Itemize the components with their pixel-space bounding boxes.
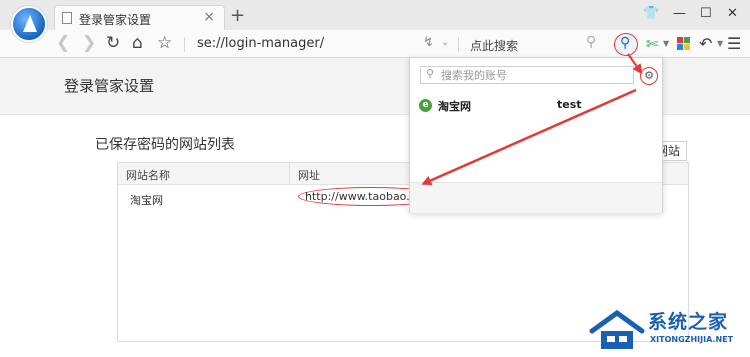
divider [184, 37, 185, 52]
settings-gear-button[interactable]: ⚙ [640, 67, 658, 85]
minimize-icon[interactable]: — [673, 6, 686, 21]
gear-icon: ⚙ [644, 69, 654, 82]
skin-icon[interactable]: 👕 [643, 6, 659, 21]
account-list-item[interactable]: e 淘宝网 test [410, 94, 662, 118]
browser-logo[interactable] [11, 6, 47, 42]
menu-icon[interactable]: ☰ [727, 34, 741, 53]
watermark-text: 系统之家 [648, 311, 729, 333]
undo-icon[interactable]: ↶ [699, 34, 712, 53]
apps-icon[interactable] [677, 37, 690, 50]
divider [458, 37, 459, 52]
popup-footer [410, 182, 662, 213]
key-search-icon: ⚲ [620, 35, 631, 51]
page-title: 登录管家设置 [64, 77, 155, 95]
login-manager-popup: ⚲ ⚙ e 淘宝网 test [409, 57, 663, 213]
chevron-down-icon[interactable]: ▼ [663, 39, 669, 48]
watermark: 系统之家 XITONGZHIJIA.NET [588, 305, 750, 357]
chevron-down-icon[interactable]: ▼ [717, 39, 723, 48]
title-bar: 登录管家设置 × + 👕 — ☐ ✕ [0, 0, 750, 30]
column-header-url: 网址 [298, 169, 320, 182]
column-header-site-name: 网站名称 [126, 169, 170, 182]
address-bar[interactable]: se://login-manager/ [197, 36, 324, 51]
house-logo-icon [589, 309, 645, 349]
section-title: 已保存密码的网站列表 [95, 137, 235, 153]
chevron-down-icon[interactable]: ⌄ [441, 37, 449, 48]
table-cell-site-name[interactable]: 淘宝网 [130, 192, 163, 208]
home-icon[interactable]: ⌂ [132, 34, 143, 52]
account-site-name: 淘宝网 [438, 100, 471, 113]
new-tab-button[interactable]: + [230, 5, 245, 26]
tab-login-manager[interactable]: 登录管家设置 × [54, 5, 225, 30]
site-favicon-icon: e [419, 99, 432, 112]
reload-icon[interactable]: ↻ [106, 34, 120, 52]
page-icon [62, 12, 72, 24]
account-username: test [557, 98, 582, 111]
forward-icon[interactable]: ❯ [82, 34, 96, 52]
back-icon[interactable]: ❮ [56, 34, 70, 52]
account-search-input[interactable] [441, 68, 627, 82]
tab-title: 登录管家设置 [79, 13, 152, 27]
account-search-box[interactable]: ⚲ [420, 66, 634, 84]
screenshot-icon[interactable]: ✄ [646, 35, 659, 53]
speed-mode-icon[interactable]: ↯ [423, 35, 434, 50]
column-divider [289, 163, 290, 185]
search-input[interactable]: 点此搜索 [470, 37, 518, 54]
navigation-toolbar: ❮ ❯ ↻ ⌂ ☆ se://login-manager/ ↯ ⌄ 点此搜索 ⚲… [0, 30, 750, 58]
close-icon[interactable]: ✕ [727, 6, 738, 21]
search-icon: ⚲ [426, 67, 435, 80]
watermark-url: XITONGZHIJIA.NET [650, 335, 734, 344]
maximize-icon[interactable]: ☐ [700, 6, 712, 21]
tab-close-icon[interactable]: × [203, 9, 215, 25]
search-icon[interactable]: ⚲ [586, 34, 596, 50]
login-manager-button[interactable]: ⚲ [614, 33, 638, 56]
bookmark-star-icon[interactable]: ☆ [157, 34, 172, 52]
